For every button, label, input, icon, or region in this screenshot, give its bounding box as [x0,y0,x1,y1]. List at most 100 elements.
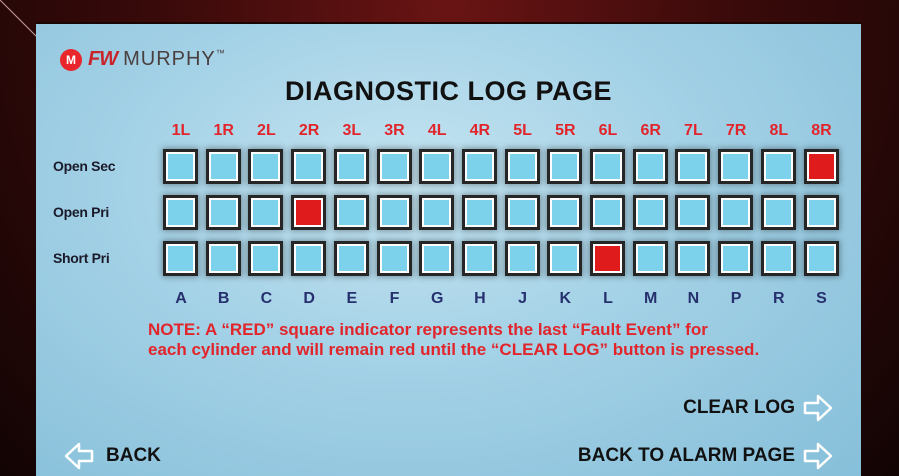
cylinder-label: R [773,290,785,307]
indicator-cell [635,244,665,273]
cylinder-label: G [430,290,444,307]
indicator-cell [806,244,836,273]
column-header: 4R [469,122,491,139]
back-to-alarm-button[interactable]: BACK TO ALARM PAGE [578,442,833,470]
indicator-cell [763,244,793,273]
clear-log-button[interactable]: CLEAR LOG [683,394,833,422]
indicator-cell [721,244,751,273]
indicator-cell [251,244,281,273]
indicator-cell [422,198,452,227]
column-header: 2L [257,122,276,139]
indicator-cell [208,152,238,181]
fault-note-line-2: each cylinder and will remain red until … [148,340,760,359]
indicator-cell [507,244,537,273]
logo-badge-icon: M [60,48,82,71]
indicator-cell [379,244,409,273]
indicator-cell [379,152,409,181]
cylinder-label: M [644,290,658,307]
cylinder-label: J [518,290,528,307]
clear-log-label: CLEAR LOG [683,397,795,418]
logo-name-text: MURPHY™ [123,48,226,70]
column-header: 2R [298,122,320,139]
indicator-cell [678,198,708,227]
indicator-cell [166,244,195,273]
back-label: BACK [106,445,161,466]
indicator-cell [721,198,751,227]
column-header: 1L [171,122,191,139]
indicator-cell [550,198,580,227]
column-header: 4L [427,122,447,139]
indicator-cell [166,198,195,227]
cylinder-label: K [559,290,572,307]
indicator-cell [550,152,580,181]
column-header: 6L [598,122,618,139]
column-header: 3R [384,122,405,139]
arrow-left-icon [64,442,94,470]
indicator-cell [208,244,238,273]
column-header: 3L [342,122,362,139]
cylinder-label: L [603,290,613,307]
column-header: 8R [811,122,832,139]
diagnostic-panel: M FW MURPHY™ DIAGNOSTIC LOG PAGE 1L 1R 2L 2… [36,22,861,476]
indicator-cell [422,244,452,273]
indicator-cell [336,198,366,227]
indicator-cell [166,152,195,181]
indicator-cell [294,198,324,227]
back-to-alarm-label: BACK TO ALARM PAGE [577,445,795,466]
indicator-cell [507,152,537,181]
indicator-cell [208,198,238,227]
cylinder-label: S [816,290,827,307]
indicator-cell [379,198,409,227]
cylinder-label: F [389,290,400,307]
indicator-cell [721,152,751,181]
indicator-cell [635,198,665,227]
column-header: 7R [725,122,747,139]
back-button[interactable]: BACK [64,442,161,470]
indicator-cell [593,198,622,227]
indicator-cell [336,244,366,273]
column-header: 5L [513,122,532,139]
indicator-cell [806,198,836,227]
logo-fw-text: FW [88,48,118,70]
column-header: 7L [684,122,703,139]
indicator-cell [678,244,708,273]
cylinder-label: N [687,290,700,307]
column-header: 5R [555,122,576,139]
indicator-cell [550,244,580,273]
cylinder-label: A [175,290,187,307]
cylinder-label: C [260,290,273,307]
indicator-cell [422,152,452,181]
indicator-cell [294,152,324,181]
arrow-right-icon [803,394,833,422]
indicator-cell [336,152,366,181]
indicator-cell [464,244,494,273]
cylinder-label: D [303,290,315,307]
cylinder-label: H [474,290,486,307]
indicator-cell [464,152,494,181]
column-header: 6R [640,122,661,139]
indicator-cell [251,198,281,227]
indicator-cell [251,152,281,181]
indicator-cell [593,244,622,273]
page-title: DIAGNOSTIC LOG PAGE [284,76,612,106]
indicator-cell [635,152,665,181]
row-label: Open Sec [53,158,116,174]
fault-note: NOTE: A “RED” square indicator represent… [148,320,858,360]
cylinder-label: B [217,290,230,307]
column-header: 1R [213,122,234,139]
cylinder-label: E [346,290,358,307]
indicator-cell [806,152,836,181]
column-header: 8L [769,122,789,139]
indicator-cell [507,198,537,227]
fault-note-line-1: NOTE: A “RED” square indicator represent… [148,320,708,339]
indicator-cell [593,152,622,181]
murphy-logo: M FW MURPHY™ [60,48,226,71]
indicator-cell [763,198,793,227]
indicator-cell [678,152,708,181]
indicator-cell [464,198,494,227]
cylinder-label: P [730,290,742,307]
row-label: Short Pri [53,250,110,266]
row-label: Open Pri [53,204,109,220]
indicator-cell [763,152,793,181]
arrow-right-icon [803,442,833,470]
